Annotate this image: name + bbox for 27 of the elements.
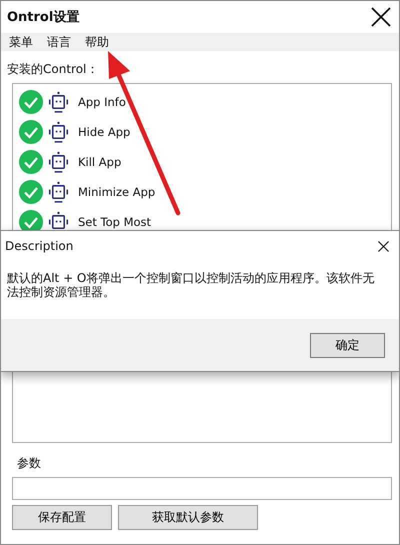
action-button[interactable]: 获取默认参数 <box>118 505 258 530</box>
menu-item[interactable]: 帮助 <box>85 34 109 50</box>
robot-icon <box>48 180 69 204</box>
window-title: Ontrol设置 <box>7 9 80 26</box>
control-name[interactable]: Hide App <box>78 125 130 139</box>
check-icon[interactable] <box>19 90 43 114</box>
params-field[interactable] <box>12 477 392 500</box>
robot-icon <box>48 150 69 174</box>
close-icon[interactable] <box>378 240 389 252</box>
dialog-message: 默认的Alt + O将弹出一个控制窗口以控制活动的应用程序。该软件无法控制资源管理器。 <box>6 270 376 301</box>
control-name[interactable]: Kill App <box>78 155 122 169</box>
ok-button[interactable]: 确定 <box>310 332 385 358</box>
dialog-title: Description <box>5 239 74 253</box>
robot-icon <box>48 120 69 144</box>
robot-icon <box>48 90 69 114</box>
action-button[interactable]: 保存配置 <box>12 505 112 530</box>
check-icon[interactable] <box>19 150 43 174</box>
control-name[interactable]: App Info <box>78 95 126 109</box>
check-icon[interactable] <box>19 180 43 204</box>
close-icon[interactable] <box>371 7 391 27</box>
params-label: 参数 <box>17 455 42 472</box>
section-label: 安装的Control： <box>7 61 100 77</box>
menu-item[interactable]: 语言 <box>47 34 71 50</box>
control-name[interactable]: Minimize App <box>78 185 156 199</box>
check-icon[interactable] <box>19 120 43 144</box>
menu-item[interactable]: 菜单 <box>9 34 33 50</box>
control-name[interactable]: Set Top Most <box>78 215 152 229</box>
